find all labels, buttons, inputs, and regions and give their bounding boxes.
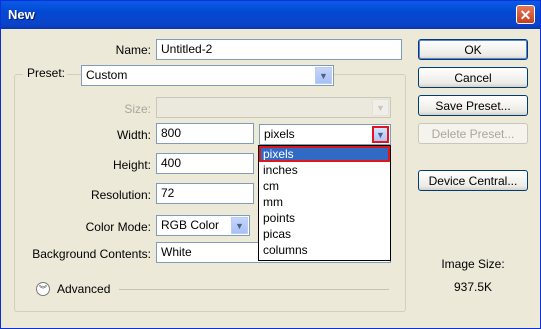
close-icon: ✕ bbox=[519, 6, 532, 23]
delete-preset-button: Delete Preset... bbox=[418, 123, 528, 144]
save-preset-button-label: Save Preset... bbox=[435, 98, 511, 113]
chevron-down-icon[interactable]: ▼ bbox=[372, 126, 389, 143]
size-select: ▼ bbox=[156, 97, 391, 118]
resolution-input[interactable]: 72 bbox=[156, 183, 254, 204]
device-central-button[interactable]: Device Central... bbox=[418, 170, 528, 191]
preset-select-value: Custom bbox=[86, 68, 128, 82]
color-mode-value: RGB Color bbox=[161, 218, 220, 232]
double-chevron-down-icon[interactable]: ︾ bbox=[36, 282, 50, 296]
unit-option-inches[interactable]: inches bbox=[259, 162, 390, 178]
height-input-value: 400 bbox=[161, 156, 182, 170]
size-label: Size: bbox=[124, 102, 151, 116]
advanced-toggle-label[interactable]: Advanced bbox=[57, 282, 110, 296]
chevron-down-icon: ▼ bbox=[372, 99, 389, 116]
preset-select[interactable]: Custom ▼ bbox=[81, 65, 334, 86]
device-central-button-label: Device Central... bbox=[428, 173, 518, 188]
unit-option-mm[interactable]: mm bbox=[259, 194, 390, 210]
delete-preset-button-label: Delete Preset... bbox=[431, 126, 515, 141]
preset-label: Preset: bbox=[23, 66, 68, 80]
advanced-divider bbox=[119, 289, 389, 290]
title-bar[interactable]: New ✕ bbox=[1, 1, 540, 29]
unit-option-points[interactable]: points bbox=[259, 210, 390, 226]
color-mode-label: Color Mode: bbox=[85, 220, 151, 234]
new-document-dialog: New ✕ Name: Untitled-2 Preset: Custom ▼ … bbox=[0, 0, 541, 329]
image-size-label: Image Size: bbox=[441, 257, 505, 271]
height-label: Height: bbox=[112, 158, 151, 172]
save-preset-button[interactable]: Save Preset... bbox=[418, 95, 528, 116]
chevron-down-icon[interactable]: ▼ bbox=[231, 217, 248, 234]
name-label: Name: bbox=[115, 43, 151, 57]
background-contents-value: White bbox=[161, 245, 192, 259]
unit-option-columns[interactable]: columns bbox=[259, 242, 390, 258]
color-mode-select[interactable]: RGB Color ▼ bbox=[156, 215, 250, 236]
ok-button[interactable]: OK bbox=[418, 39, 528, 60]
chevron-down-icon[interactable]: ▼ bbox=[315, 67, 332, 84]
unit-dropdown-list: pixels inches cm mm points picas columns bbox=[258, 145, 391, 261]
unit-option-cm[interactable]: cm bbox=[259, 178, 390, 194]
height-input[interactable]: 400 bbox=[156, 153, 254, 174]
unit-option-picas[interactable]: picas bbox=[259, 226, 390, 242]
name-input-value: Untitled-2 bbox=[161, 42, 213, 56]
width-unit-select[interactable]: pixels ▼ bbox=[259, 124, 391, 145]
width-input-value: 800 bbox=[161, 126, 182, 140]
ok-button-label: OK bbox=[464, 42, 482, 57]
width-label: Width: bbox=[116, 128, 151, 142]
image-size-value: 937.5K bbox=[453, 280, 493, 294]
cancel-button[interactable]: Cancel bbox=[418, 67, 528, 88]
name-input[interactable]: Untitled-2 bbox=[156, 39, 402, 60]
width-unit-value: pixels bbox=[264, 127, 295, 141]
window-title: New bbox=[8, 7, 35, 22]
resolution-input-value: 72 bbox=[161, 186, 175, 200]
unit-option-pixels[interactable]: pixels bbox=[259, 146, 390, 162]
background-contents-label: Background Contents: bbox=[32, 247, 151, 261]
width-input[interactable]: 800 bbox=[156, 123, 254, 144]
cancel-button-label: Cancel bbox=[454, 70, 492, 85]
close-button[interactable]: ✕ bbox=[516, 5, 535, 24]
resolution-label: Resolution: bbox=[90, 188, 151, 202]
